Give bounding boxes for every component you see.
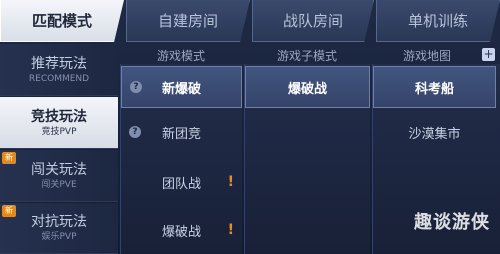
submode-item-demolition[interactable]: 爆破战 xyxy=(245,66,370,108)
tab-team-room[interactable]: 战队房间 xyxy=(252,0,374,42)
sidebar-item-versus[interactable]: 对抗玩法 娱乐PVP xyxy=(0,203,118,254)
map-item-research-ship[interactable]: 科考船 xyxy=(373,66,496,108)
help-icon[interactable]: ? xyxy=(129,126,141,138)
submode-item-label: 爆破战 xyxy=(287,81,327,97)
tab-label: 单机训练 xyxy=(407,12,468,30)
sidebar-item-label: 闯关玩法 xyxy=(31,161,87,178)
plus-icon: + xyxy=(483,47,494,61)
sidebar-item-label: 推荐玩法 xyxy=(31,55,87,72)
tab-single-training[interactable]: 单机训练 xyxy=(376,0,500,42)
sidebar-item-label: 竞技玩法 xyxy=(31,108,87,125)
map-item-desert-bazaar[interactable]: 沙漠集市 xyxy=(373,112,496,152)
mode-item-label: 新团竞 xyxy=(161,126,201,142)
map-item-label: 科考船 xyxy=(414,81,454,97)
tab-label: 战队房间 xyxy=(282,12,343,30)
new-badge: 新 xyxy=(2,205,16,217)
new-badge: 新 xyxy=(2,152,16,164)
mode-item-label: 爆破战 xyxy=(161,224,201,240)
mode-item-new-demolition[interactable]: ? 新爆破 xyxy=(121,66,242,108)
submode-column: 爆破战 xyxy=(244,64,370,254)
sidebar-item-sub: 娱乐PVP xyxy=(41,232,77,242)
tab-label: 匹配模式 xyxy=(31,12,92,30)
map-item-label: 沙漠集市 xyxy=(408,126,461,142)
warning-icon: ! xyxy=(227,222,234,238)
map-column-header: 游戏地图 xyxy=(402,48,451,63)
mode-item-new-team-deathmatch[interactable]: ? 新团竞 xyxy=(121,112,242,152)
mode-column: ? 新爆破 ? 新团竞 团队战 ! 爆破战 ! xyxy=(120,64,242,254)
add-map-button[interactable]: + xyxy=(482,48,495,61)
warning-icon: ! xyxy=(227,174,234,190)
tab-match-mode[interactable]: 匹配模式 xyxy=(0,0,124,42)
mode-item-team-battle[interactable]: 团队战 ! xyxy=(121,162,242,202)
sidebar-item-sub: 竞技PVP xyxy=(41,126,77,137)
sidebar-item-label: 对抗玩法 xyxy=(31,214,87,230)
tab-label: 自建房间 xyxy=(157,12,218,30)
mode-item-label: 新爆破 xyxy=(161,81,201,97)
submode-column-header: 游戏子模式 xyxy=(276,48,337,63)
sidebar-item-recommend[interactable]: 推荐玩法 RECOMMEND xyxy=(0,44,118,96)
tab-custom-room[interactable]: 自建房间 xyxy=(126,0,250,42)
sidebar-item-sub: RECOMMEND xyxy=(28,73,90,84)
mode-item-demolition[interactable]: 爆破战 ! xyxy=(121,210,242,250)
sidebar-item-sub: 闯关PVE xyxy=(41,179,77,190)
help-icon[interactable]: ? xyxy=(130,81,142,93)
mode-item-label: 团队战 xyxy=(161,176,201,192)
watermark: 趣谈游侠 xyxy=(414,212,490,233)
mode-column-header: 游戏模式 xyxy=(156,48,205,63)
sidebar-item-pve[interactable]: 闯关玩法 闯关PVE xyxy=(0,150,118,202)
sidebar-item-pvp[interactable]: 竞技玩法 竞技PVP xyxy=(0,97,118,149)
